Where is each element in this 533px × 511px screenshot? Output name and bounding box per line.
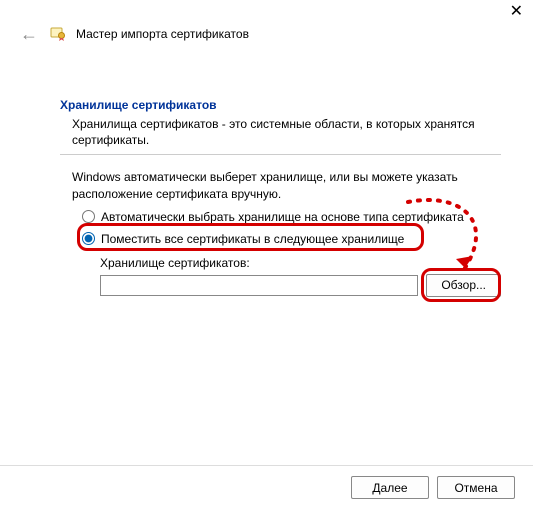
back-button[interactable]: ← <box>18 25 40 43</box>
close-button[interactable]: ✕ <box>510 4 523 20</box>
radio-auto[interactable] <box>82 210 95 223</box>
footer: Далее Отмена <box>351 476 515 499</box>
instructions: Windows автоматически выберет хранилище,… <box>60 169 501 201</box>
store-area: Хранилище сертификатов: Обзор... <box>60 256 501 297</box>
section-title: Хранилище сертификатов <box>60 98 501 112</box>
section-description: Хранилища сертификатов - это системные о… <box>60 116 501 148</box>
wizard-title: Мастер импорта сертификатов <box>76 27 249 41</box>
wizard-window: ✕ ← Мастер импорта сертификатов Хранилищ… <box>0 0 533 511</box>
next-button[interactable]: Далее <box>351 476 429 499</box>
store-input[interactable] <box>100 275 418 296</box>
radio-manual-label[interactable]: Поместить все сертификаты в следующее хр… <box>101 232 404 246</box>
browse-button[interactable]: Обзор... <box>426 274 501 297</box>
header: ← Мастер импорта сертификатов <box>18 25 515 43</box>
footer-divider <box>0 465 533 466</box>
section-divider <box>60 154 501 155</box>
content-area: Хранилище сертификатов Хранилища сертифи… <box>60 98 501 297</box>
radio-auto-label[interactable]: Автоматически выбрать хранилище на основ… <box>101 210 464 224</box>
radio-group: Автоматически выбрать хранилище на основ… <box>60 210 501 246</box>
certificate-icon <box>50 26 66 42</box>
radio-manual[interactable] <box>82 232 95 245</box>
store-label: Хранилище сертификатов: <box>100 256 501 270</box>
cancel-button[interactable]: Отмена <box>437 476 515 499</box>
